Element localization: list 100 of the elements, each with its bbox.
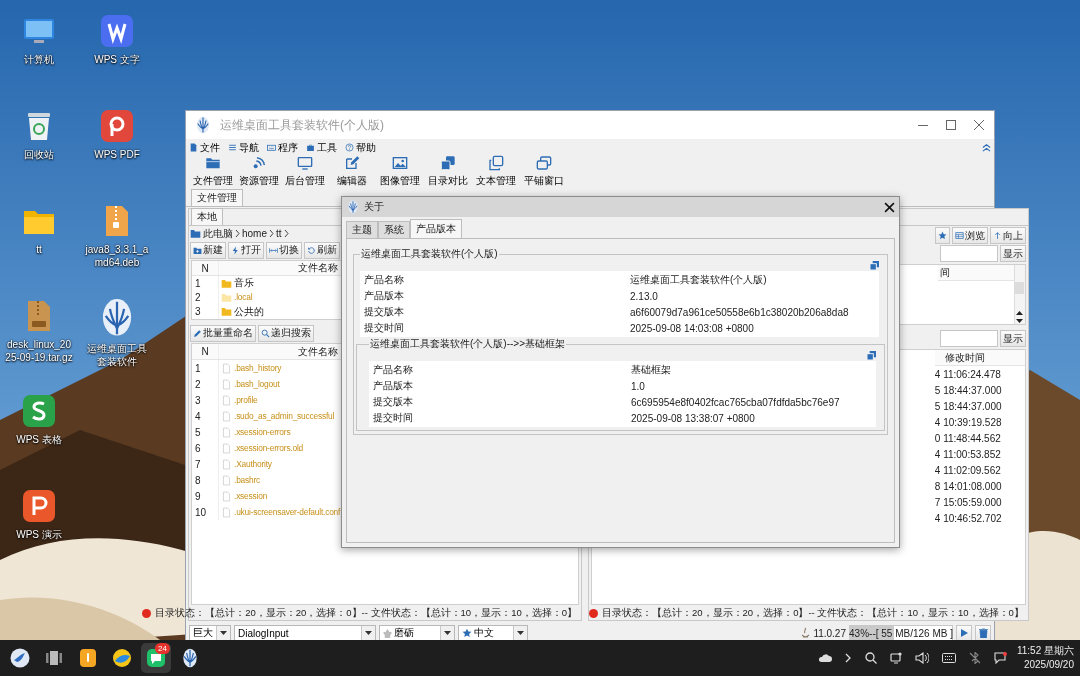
volume-icon <box>914 652 929 664</box>
notes-app-icon <box>78 648 98 668</box>
signal-icon <box>251 155 267 171</box>
play-button[interactable] <box>956 625 972 641</box>
column-header[interactable]: 修改时间 <box>934 350 1025 366</box>
tab[interactable]: 系统 <box>378 221 410 238</box>
folder-icon <box>190 228 201 239</box>
column-header[interactable]: N <box>192 344 219 359</box>
trash-button[interactable] <box>975 625 991 641</box>
desktop-icon-label[interactable]: WPS 文字 <box>83 53 151 66</box>
icon-button[interactable] <box>934 227 950 244</box>
input-field[interactable] <box>939 330 998 347</box>
writer-app-icon <box>100 14 134 48</box>
toolbar-button[interactable]: 刷新 <box>304 241 340 259</box>
column-header[interactable]: 间 <box>937 265 1014 281</box>
play-icon <box>960 629 968 637</box>
browser-icon <box>112 648 132 668</box>
taskbar-app-button[interactable]: 24 <box>141 643 171 673</box>
table-cell-text: 7 15:05:59.000 <box>934 495 1003 510</box>
show-button[interactable]: 显示 <box>999 245 1026 262</box>
dropdown-arrow-icon <box>365 631 372 635</box>
menu-item[interactable]: 工具 <box>306 140 337 155</box>
dropdown-arrow-icon <box>517 631 524 635</box>
scroll-arrows-icon <box>1016 310 1024 324</box>
file-name[interactable]: 音乐 <box>234 276 254 291</box>
menu-item[interactable]: 程序 <box>267 140 298 155</box>
desktop-icon-label[interactable]: java8_3.3.1_amd64.deb <box>83 243 151 269</box>
font-dropdown[interactable]: DialogInput <box>234 625 376 641</box>
file-icon <box>221 394 232 406</box>
column-header[interactable]: 文件名称 <box>298 344 338 359</box>
menu-item[interactable]: 导航 <box>228 140 259 155</box>
toolbar-button[interactable]: 图像管理 <box>376 155 424 188</box>
chat-app-icon <box>146 648 166 668</box>
toolbar-button[interactable]: 平铺窗口 <box>520 155 568 188</box>
row-number: 1 <box>192 360 219 376</box>
language-dropdown[interactable]: 中文 <box>458 625 528 641</box>
desktop-icon-label[interactable]: tt <box>5 243 73 256</box>
folder-icon <box>221 306 232 318</box>
monitor-icon <box>297 155 313 171</box>
field-value: 2025-09-08 14:03:08 +0800 <box>629 321 755 336</box>
file-icon <box>221 458 232 470</box>
column-header[interactable]: N <box>192 261 219 275</box>
toolbar-button[interactable]: 递归搜索 <box>258 324 314 342</box>
show-button[interactable]: 显示 <box>999 330 1026 347</box>
field-label: 提交时间 <box>363 321 405 335</box>
theme-dropdown[interactable]: 磨砺 <box>379 625 455 641</box>
breadcrumb-item[interactable]: 此电脑 <box>203 226 233 241</box>
tab[interactable]: 产品版本 <box>410 219 462 238</box>
desktop-icon-label[interactable]: WPS PDF <box>83 148 151 161</box>
scrollbar[interactable] <box>1013 265 1025 324</box>
java-version: 11.0.27 <box>813 627 846 639</box>
column-header[interactable]: 文件名称 <box>298 261 338 275</box>
toolbar-button[interactable]: 浏览 <box>951 227 988 244</box>
breadcrumb-item[interactable]: tt <box>276 228 282 239</box>
toolbar-button[interactable]: 后台管理 <box>282 155 328 188</box>
menu-item[interactable]: 文件 <box>189 140 220 155</box>
chevron-icon <box>269 230 274 237</box>
toolbar-button[interactable]: 批量重命名 <box>190 324 256 342</box>
field-value: 运维桌面工具套装软件(个人版) <box>629 273 768 287</box>
table-cell-text: 8 14:01:08.000 <box>934 479 1003 494</box>
clock-date[interactable]: 2025/09/20 <box>1023 658 1074 672</box>
file-icon <box>221 490 232 502</box>
file-icon <box>221 442 232 454</box>
desktop-icon-label[interactable]: WPS 表格 <box>5 433 73 446</box>
table-cell-text: 4 11:00:53.852 <box>934 447 1002 462</box>
toolbar-button[interactable]: 新建 <box>190 241 226 259</box>
row-number: 1 <box>192 276 219 291</box>
toolbar-button[interactable]: 编辑器 <box>328 155 376 188</box>
toolbar-button[interactable]: 资源管理 <box>236 155 282 188</box>
table-cell-text: 4 10:46:52.702 <box>934 511 1003 526</box>
file-name[interactable]: 公共的 <box>234 304 264 319</box>
file-icon <box>221 474 232 486</box>
keyboard-icon <box>941 653 956 663</box>
toolbar-button[interactable]: 文件管理 <box>190 155 236 188</box>
toolbar-button[interactable]: 文本管理 <box>472 155 520 188</box>
field-label: 产品版本 <box>372 379 414 393</box>
field-value: 1.0 <box>630 379 646 394</box>
toolbar-button[interactable]: 目录对比 <box>424 155 472 188</box>
size-dropdown[interactable]: 巨大 <box>189 625 231 641</box>
desktop-icon-label[interactable]: WPS 演示 <box>5 528 73 541</box>
input-field[interactable] <box>939 245 998 262</box>
field-value: 2.13.0 <box>629 289 659 304</box>
desktop-icon-label[interactable]: 回收站 <box>5 148 73 161</box>
breadcrumb-item[interactable]: home <box>242 228 267 239</box>
toolbar-button[interactable]: 向上 <box>989 227 1026 244</box>
clock-time[interactable]: 11:52 星期六 <box>1016 644 1074 658</box>
pdf-app-icon <box>100 109 134 143</box>
toolbar-button[interactable]: 打开 <box>228 241 264 259</box>
desktop-icon-label[interactable]: 计算机 <box>5 53 73 66</box>
bluetooth-off-icon <box>968 652 981 664</box>
menu-item[interactable]: 帮助 <box>345 140 376 155</box>
tab[interactable]: 文件管理 <box>191 189 243 206</box>
file-icon <box>221 410 232 422</box>
toolbar-button[interactable]: 切换 <box>266 241 302 259</box>
tab[interactable]: 主题 <box>346 221 378 238</box>
trash-icon <box>978 628 988 638</box>
folder-icon <box>205 155 221 171</box>
table-cell-text: 4 11:06:24.478 <box>934 367 1002 382</box>
tab[interactable]: 本地 <box>191 208 223 225</box>
table-cell-text: 0 11:48:44.562 <box>934 431 1002 446</box>
